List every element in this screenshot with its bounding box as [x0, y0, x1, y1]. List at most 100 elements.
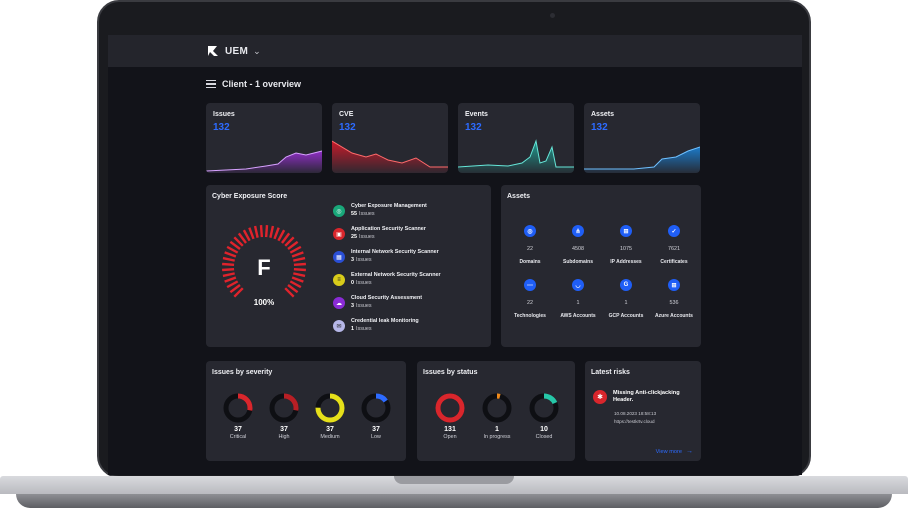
gauge-tick	[269, 225, 275, 238]
lock-icon: ▣	[333, 228, 345, 240]
donut-medium[interactable]: 37 Medium	[310, 393, 350, 440]
asset-count: 1	[624, 300, 628, 306]
asset-item[interactable]: ⋔ 4508 Subdomains	[555, 225, 601, 265]
gauge-tick	[248, 227, 255, 240]
stat-card-issues[interactable]: Issues 132	[206, 103, 322, 173]
risk-date: 10.08.2023 18:58:13	[614, 411, 657, 416]
category-name: External Network Security Scanner	[351, 272, 441, 278]
camera	[550, 13, 555, 18]
card-title: Issues by severity	[212, 369, 273, 376]
donut-closed[interactable]: 10 Closed	[524, 393, 564, 440]
asset-label: Domains	[519, 259, 541, 265]
asset-count: 22	[527, 246, 533, 252]
donut-label: In progress	[483, 434, 511, 440]
windows-icon: ⊞	[668, 279, 680, 291]
asset-count: 1	[576, 300, 580, 306]
donut-label: High	[278, 434, 290, 440]
asset-item[interactable]: G 1 GCP Accounts	[603, 279, 649, 319]
category-issues: 3 Issues	[351, 257, 372, 263]
asset-item[interactable]: ⊞ 536 Azure Accounts	[651, 279, 697, 319]
asset-item[interactable]: ⊞ 1075 IP Addresses	[603, 225, 649, 265]
category-item[interactable]: ▦ Internal Network Security Scanner 3 Iss…	[333, 249, 439, 265]
certificate-icon: ✓	[668, 225, 680, 237]
card-title: Assets	[507, 193, 530, 200]
subdomain-icon: ⋔	[572, 225, 584, 237]
donut-high[interactable]: 37 High	[264, 393, 304, 440]
donut-ring	[315, 393, 345, 423]
stat-title: Assets	[591, 111, 614, 118]
asset-label: Technologies	[514, 313, 546, 319]
category-name: Credential leak Monitoring	[351, 318, 419, 324]
category-name: Cloud Security Assessment	[351, 295, 423, 301]
app-switcher[interactable]: UEM	[225, 46, 248, 57]
stat-value: 132	[213, 122, 230, 133]
risk-url: https://testkrtv.cloud	[614, 419, 655, 424]
donut-low[interactable]: 37 Low	[356, 393, 396, 440]
latest-risks-card: Latest risks ✱ Missing Anti-clickjacking…	[585, 361, 701, 461]
asset-item[interactable]: ◡ 1 AWS Accounts	[555, 279, 601, 319]
asset-count: 1075	[620, 246, 632, 252]
donut-label: Closed	[535, 434, 553, 440]
card-title: Issues by status	[423, 369, 478, 376]
gauge-tick	[289, 280, 302, 289]
asset-count: 7621	[668, 246, 680, 252]
technology-icon: ⋯	[524, 279, 536, 291]
asset-label: AWS Accounts	[560, 313, 596, 319]
gauge-tick	[277, 229, 286, 242]
chevron-down-icon[interactable]: ⌄	[253, 46, 261, 57]
app-logo-icon	[208, 46, 218, 56]
gauge-tick	[273, 227, 280, 240]
category-item[interactable]: ◎ Cyber Exposure Management 55 Issues	[333, 203, 427, 219]
donut-value: 37	[280, 426, 288, 433]
asset-item[interactable]: ◎ 22 Domains	[507, 225, 553, 265]
category-item[interactable]: ☁ Cloud Security Assessment 3 Issues	[333, 295, 422, 311]
cyber-exposure-card: Cyber Exposure Score F 100% ◎ Cyber Expo…	[206, 185, 491, 347]
hamburger-menu-icon[interactable]	[206, 80, 216, 88]
donut-track	[482, 393, 512, 423]
category-item[interactable]: ≡ External Network Security Scanner 0 Iss…	[333, 272, 441, 288]
stat-card-events[interactable]: Events 132	[458, 103, 574, 173]
category-item[interactable]: ▣ Application Security Scanner 25 Issues	[333, 226, 426, 242]
server-icon: ≡	[333, 274, 345, 286]
view-more-link[interactable]: View more →	[656, 448, 693, 455]
gauge-tick	[264, 225, 269, 238]
donut-value: 1	[495, 426, 499, 433]
gauge-tick	[242, 229, 251, 242]
status-card: Issues by status 131 Open 1 In progress 10 Cl…	[417, 361, 575, 461]
gauge-tick	[226, 280, 239, 289]
donut-label: Medium	[320, 434, 340, 440]
exposure-percent: 100%	[253, 298, 275, 307]
key-icon: ✉	[333, 320, 345, 332]
risk-name[interactable]: Missing Anti-clickjacking Header.	[613, 390, 693, 404]
stat-value: 132	[339, 122, 356, 133]
stat-value: 132	[591, 122, 608, 133]
stat-title: CVE	[339, 111, 354, 118]
category-issues: 3 Issues	[351, 303, 372, 309]
sparkline	[458, 139, 574, 173]
donut-critical[interactable]: 37 Critical	[218, 393, 258, 440]
asset-count: 22	[527, 300, 533, 306]
asset-item[interactable]: ✓ 7621 Certificates	[651, 225, 697, 265]
exposure-grade: F	[257, 255, 271, 280]
page-title: Client - 1 overview	[222, 79, 302, 89]
donut-ring	[361, 393, 391, 423]
network-icon: ▦	[333, 251, 345, 263]
donut-arc	[435, 393, 465, 423]
ip-icon: ⊞	[620, 225, 632, 237]
asset-item[interactable]: ⋯ 22 Technologies	[507, 279, 553, 319]
arrow-right-icon: →	[686, 448, 693, 455]
globe-icon: ◎	[333, 205, 345, 217]
stat-value: 132	[465, 122, 482, 133]
donut-open[interactable]: 131 Open	[430, 393, 470, 440]
stat-card-assets[interactable]: Assets 132	[584, 103, 700, 173]
donut-ring	[529, 393, 559, 423]
card-title: Latest risks	[591, 369, 630, 376]
card-title: Cyber Exposure Score	[212, 193, 288, 200]
gauge-tick	[253, 225, 259, 238]
donut-in-progress[interactable]: 1 In progress	[477, 393, 517, 440]
donut-ring	[482, 393, 512, 423]
stat-card-cve[interactable]: CVE 132	[332, 103, 448, 173]
gauge-tick	[226, 245, 239, 254]
category-item[interactable]: ✉ Credential leak Monitoring 1 Issues	[333, 318, 419, 334]
category-issues: 0 Issues	[351, 280, 372, 286]
